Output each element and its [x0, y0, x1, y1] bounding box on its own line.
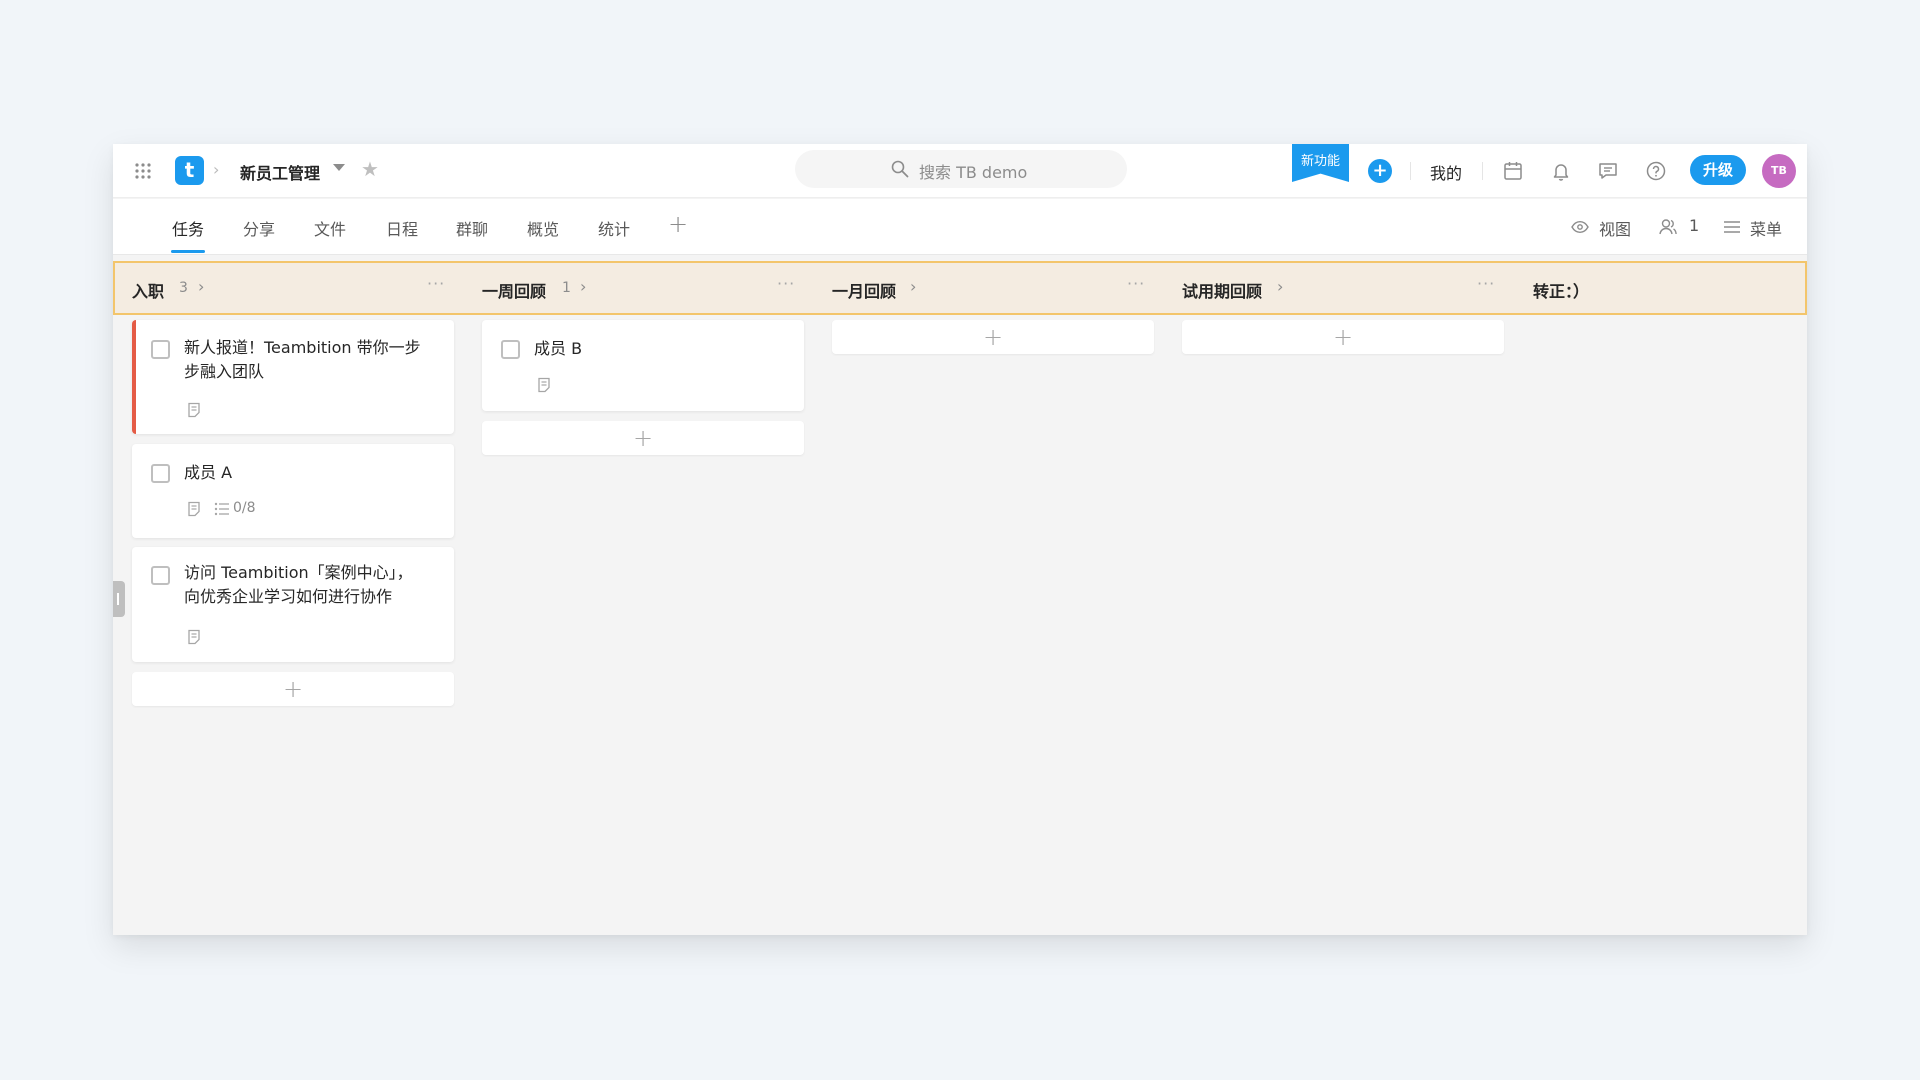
column-count: 3: [179, 280, 188, 296]
column-title: 入职: [132, 282, 165, 301]
column-title: 转正：）: [1533, 282, 1590, 301]
add-button[interactable]: +: [1368, 159, 1392, 183]
column-header-week-review[interactable]: 一周回顾 1 › ···: [482, 263, 804, 313]
help-icon[interactable]: [1644, 159, 1668, 183]
subtask-list-icon: [214, 502, 229, 516]
note-icon: [188, 402, 200, 418]
task-card[interactable]: 访问 Teambition「案例中心」， 向优秀企业学习如何进行协作: [132, 547, 454, 662]
divider: [1482, 162, 1483, 180]
members-icon[interactable]: [1658, 217, 1678, 237]
tab-tasks[interactable]: 任务: [172, 216, 204, 240]
column-header-strip: 入职 3 › ··· 一周回顾 1 › ··· 一月回顾 › ··· 试用期回顾…: [113, 261, 1807, 315]
task-card[interactable]: 成员 A 0/8: [132, 444, 454, 538]
add-task-button[interactable]: +: [482, 421, 804, 455]
more-icon[interactable]: ···: [1127, 274, 1145, 293]
tab-statistics[interactable]: 统计: [598, 216, 630, 240]
task-checkbox[interactable]: [151, 566, 170, 585]
apps-grid-icon[interactable]: [133, 161, 153, 181]
chevron-right-icon[interactable]: ›: [1277, 277, 1283, 296]
column-count: 1: [562, 280, 571, 296]
column-title: 一周回顾: [482, 282, 547, 301]
upgrade-button[interactable]: 升级: [1690, 155, 1746, 185]
task-card[interactable]: 成员 B: [482, 320, 804, 411]
active-tab-indicator: [171, 250, 205, 253]
search-input[interactable]: 搜索 TB demo: [795, 150, 1127, 188]
side-panel-handle[interactable]: [113, 581, 125, 617]
column-header-probation-review[interactable]: 试用期回顾 › ···: [1182, 263, 1504, 313]
task-checkbox[interactable]: [151, 464, 170, 483]
chevron-right-icon[interactable]: ›: [580, 277, 586, 296]
chevron-right-icon[interactable]: ›: [198, 277, 204, 296]
plus-icon: +: [282, 675, 304, 703]
task-title: 成员 A: [184, 463, 233, 482]
task-title: 成员 B: [534, 339, 583, 358]
tab-files[interactable]: 文件: [314, 216, 346, 240]
task-card[interactable]: 新人报道！Teambition 带你一步 步融入团队: [132, 320, 454, 434]
new-feature-badge[interactable]: 新功能: [1292, 144, 1349, 182]
eye-icon[interactable]: [1571, 219, 1589, 235]
mine-link[interactable]: 我的: [1430, 160, 1462, 184]
add-task-button[interactable]: +: [1182, 320, 1504, 354]
menu-icon[interactable]: [1723, 219, 1741, 235]
note-icon: [188, 629, 200, 645]
tab-bar: 任务 分享 文件 日程 群聊 概览 统计 + 视图 1 菜单: [113, 199, 1807, 255]
column-header-regularization[interactable]: 转正：）: [1533, 263, 1783, 313]
view-button[interactable]: 视图: [1599, 216, 1631, 240]
task-checkbox[interactable]: [151, 340, 170, 359]
add-task-button[interactable]: +: [132, 672, 454, 706]
top-bar: t › 新员工管理 ★ 搜索 TB demo 新功能 + 我的 升级 TB: [113, 144, 1807, 198]
teambition-logo-icon[interactable]: t: [175, 156, 204, 185]
bell-icon[interactable]: [1549, 159, 1573, 183]
app-window: t › 新员工管理 ★ 搜索 TB demo 新功能 + 我的 升级 TB 任务…: [113, 144, 1807, 935]
breadcrumb-separator-icon: ›: [213, 160, 220, 179]
more-icon[interactable]: ···: [427, 274, 445, 293]
tab-share[interactable]: 分享: [243, 216, 275, 240]
avatar[interactable]: TB: [1762, 154, 1796, 188]
note-icon: [188, 501, 200, 517]
column-header-onboarding[interactable]: 入职 3 › ···: [132, 263, 454, 313]
more-icon[interactable]: ···: [777, 274, 795, 293]
plus-icon: +: [632, 424, 654, 452]
tab-group-chat[interactable]: 群聊: [456, 216, 488, 240]
plus-icon: +: [1332, 323, 1354, 351]
note-icon: [538, 377, 550, 393]
add-task-button[interactable]: +: [832, 320, 1154, 354]
task-title: 访问 Teambition「案例中心」， 向优秀企业学习如何进行协作: [184, 563, 413, 606]
column-title: 一月回顾: [832, 282, 897, 301]
message-icon[interactable]: [1596, 159, 1620, 183]
add-tab-button[interactable]: +: [668, 210, 688, 238]
tab-overview[interactable]: 概览: [527, 216, 559, 240]
chevron-right-icon[interactable]: ›: [910, 277, 916, 296]
column-title: 试用期回顾: [1182, 282, 1263, 301]
search-placeholder: 搜索 TB demo: [919, 163, 1028, 182]
more-icon[interactable]: ···: [1477, 274, 1495, 293]
divider: [1410, 162, 1411, 180]
search-icon: [891, 160, 909, 178]
task-title: 新人报道！Teambition 带你一步 步融入团队: [184, 338, 421, 381]
members-count[interactable]: 1: [1689, 216, 1699, 235]
column-header-month-review[interactable]: 一月回顾 › ···: [832, 263, 1154, 313]
subtask-progress: 0/8: [233, 500, 256, 516]
menu-button[interactable]: 菜单: [1750, 216, 1782, 240]
star-icon[interactable]: ★: [361, 158, 379, 180]
calendar-icon[interactable]: [1501, 159, 1525, 183]
tab-schedule[interactable]: 日程: [386, 216, 418, 240]
project-title[interactable]: 新员工管理: [240, 160, 320, 184]
task-checkbox[interactable]: [501, 340, 520, 359]
plus-icon: +: [982, 323, 1004, 351]
caret-down-icon[interactable]: [333, 164, 345, 171]
